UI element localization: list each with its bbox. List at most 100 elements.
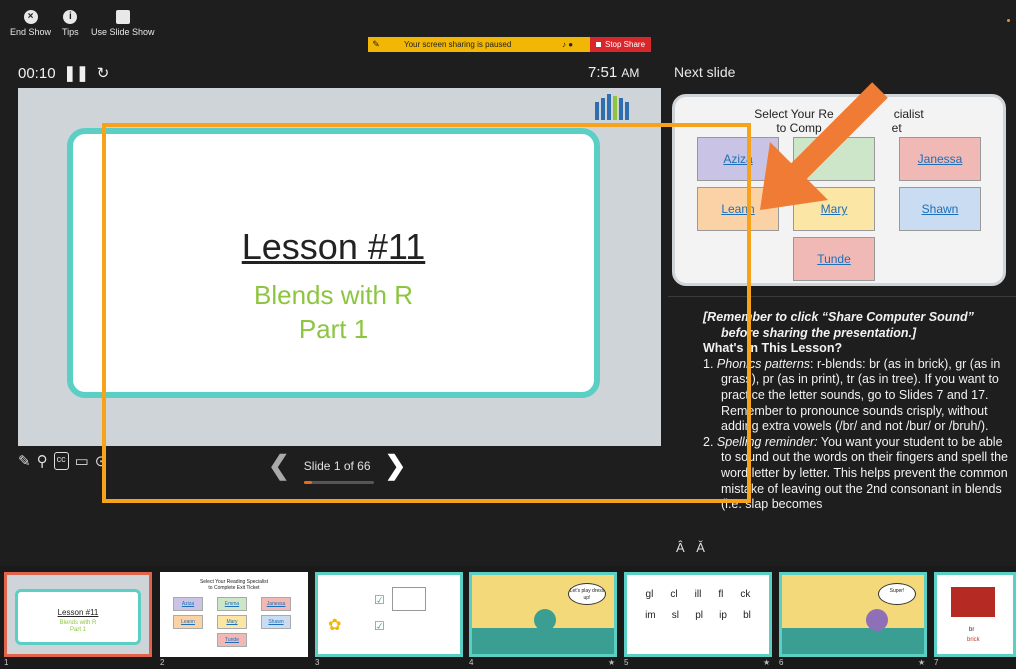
laser-pointer-icon[interactable]: ⚲ [37,452,48,470]
mini-tile: Leann [173,615,203,629]
letter-cell: ip [719,610,727,621]
checkbox-icon: ☑ [374,619,385,633]
next-title-line1-b: cialist [893,107,924,121]
speaker-notes[interactable]: [Remember to click “Share Computer Sound… [703,310,1008,513]
lesson-title: Lesson #11 [241,226,426,267]
item2-label: Spelling reminder: [716,434,818,449]
share-status-text: Your screen sharing is paused [404,40,512,49]
next-slide-button[interactable]: ❯ [385,450,407,481]
mini-tile: Aziza [173,597,203,611]
tile-shawn[interactable]: Shawn [899,187,981,231]
thumb2-title: Select Your Reading Specialist to Comple… [163,579,305,591]
tile-tunde[interactable]: Tunde [793,237,875,281]
thumbnail-slide-7[interactable]: br brick [934,572,1016,657]
thumbnail-slide-5[interactable]: gl cl ill fl ck im sl pl ip bl [624,572,772,657]
thumb-number: 6 [779,658,784,667]
slide-card: Lesson #11 Blends with R Part 1 [67,128,600,398]
close-icon: × [23,10,38,24]
elapsed-time: 00:10 [18,64,56,82]
camera-off-icon[interactable]: ▭ [75,452,89,470]
thumb7-word2: brick [967,637,980,643]
next-title-line1-a: Select Your Re [754,107,834,121]
clock-suffix: AM [621,66,640,80]
thumbnail-slide-3[interactable]: ☑ ☑ ✿ [315,572,463,657]
previous-slide-button[interactable]: ❮ [268,450,290,481]
next-title-line2-a: to Comp [776,121,822,135]
tile-janessa[interactable]: Janessa [899,137,981,181]
slide-progress-track [303,480,374,484]
slide-navigation: ❮ Slide 1 of 66 ❯ [268,450,407,484]
end-show-button[interactable]: × End Show [10,10,51,37]
pencil-icon[interactable]: ✎ [368,39,384,50]
info-icon: i [63,10,78,24]
stop-share-button[interactable]: Stop Share [590,37,651,52]
thumb-number: 5 [624,658,629,667]
more-options-icon[interactable]: ⊙ [95,452,108,470]
mini-tile: Janessa [261,597,291,611]
lesson-subtitle: Blends with R Part 1 [73,278,594,346]
tile-aziza[interactable]: Aziza [697,137,779,181]
mini-tile: Emma [217,597,247,611]
slideshow-icon [115,10,130,24]
tile-label: Aziza [723,152,753,166]
captions-icon[interactable]: cc [53,452,69,470]
font-size-controls[interactable]: Â Ǎ [676,540,709,555]
pen-icon[interactable]: ✎ [18,452,31,470]
letter-cell: ill [694,589,702,600]
tile-label: Janessa [917,152,963,166]
thumb1-card: Lesson #11 Blends with R Part 1 [15,589,141,645]
mini-tile: Shawn [261,615,291,629]
tile-label: Tunde [817,252,851,266]
character-icon [866,609,888,631]
tile-label: Mary [820,202,848,216]
clock: 7:51 AM [588,64,639,81]
next-slide-title: Select Your Re cialist to Comp et [675,107,1003,135]
tile-hidden[interactable] [793,137,875,181]
thumbnail-slide-2[interactable]: Select Your Reading Specialist to Comple… [160,572,308,657]
tile-label: Leann [721,202,755,216]
screen-share-bar: ✎ Your screen sharing is paused ♪ ● Stop… [368,37,651,52]
thumbnail-slide-4[interactable]: Let's play dress up! [469,572,617,657]
reminder-line-2: before sharing the presentation.] [721,325,917,340]
letter-grid: gl cl ill fl ck im sl pl ip bl [627,589,769,631]
speech-bubble: Super! [878,583,916,605]
scene-floor [472,628,614,654]
thumbnail-slide-6[interactable]: Super! [779,572,927,657]
letter-cell: fl [718,589,724,600]
use-slide-show-button[interactable]: Use Slide Show [91,10,155,37]
notes-item-2: 2. Spelling reminder: You want your stud… [703,434,1008,512]
subtitle-line-2: Part 1 [298,314,369,344]
brick-icon [951,587,995,617]
pause-icon[interactable]: ❚❚ [64,64,89,82]
thumb1-title: Lesson #11 [57,608,99,617]
slide-counter-text: Slide 1 of 66 [303,458,371,473]
letter-cell: cl [670,589,678,600]
tile-label: Shawn [921,202,959,216]
thumb7-word1: br [969,627,975,633]
thumb-number: 3 [315,658,320,667]
item1-label: Phonics patterns [716,356,811,371]
next-slide-preview[interactable]: Select Your Re cialist to Comp et Aziza Ja… [672,94,1006,286]
share-controls-icon[interactable]: ♪ ● [562,40,590,49]
tips-button[interactable]: i Tips [62,10,79,37]
scene-floor [782,628,924,654]
letter-cell: gl [645,589,654,600]
clock-time: 7:51 [588,64,618,81]
top-toolbar: × End Show i Tips Use Slide Show ✎ Your … [0,0,1016,52]
thumb1-sub2: Part 1 [69,627,86,633]
tile-mary[interactable]: Mary [793,187,875,231]
tile-leann[interactable]: Leann [697,187,779,231]
letter-cell: sl [671,610,680,621]
reset-icon[interactable]: ↻ [97,64,110,82]
books-logo-icon [595,94,629,120]
thumb1-sub1: Blends with R [59,620,97,626]
thumb-number: 1 [4,658,9,667]
character-icon: ✿ [328,617,342,634]
stop-square-icon [595,42,601,47]
stop-share-label: Stop Share [604,40,646,49]
notes-list: 1. Phonics patterns: r-blends: br (as in… [703,357,1008,513]
thumbnail-slide-1[interactable]: Lesson #11 Blends with R Part 1 [4,572,152,657]
letter-cell: ck [740,589,751,600]
next-slide-label: Next slide [674,64,736,80]
notes-item-1: 1. Phonics patterns: r-blends: br (as in… [703,356,1001,434]
